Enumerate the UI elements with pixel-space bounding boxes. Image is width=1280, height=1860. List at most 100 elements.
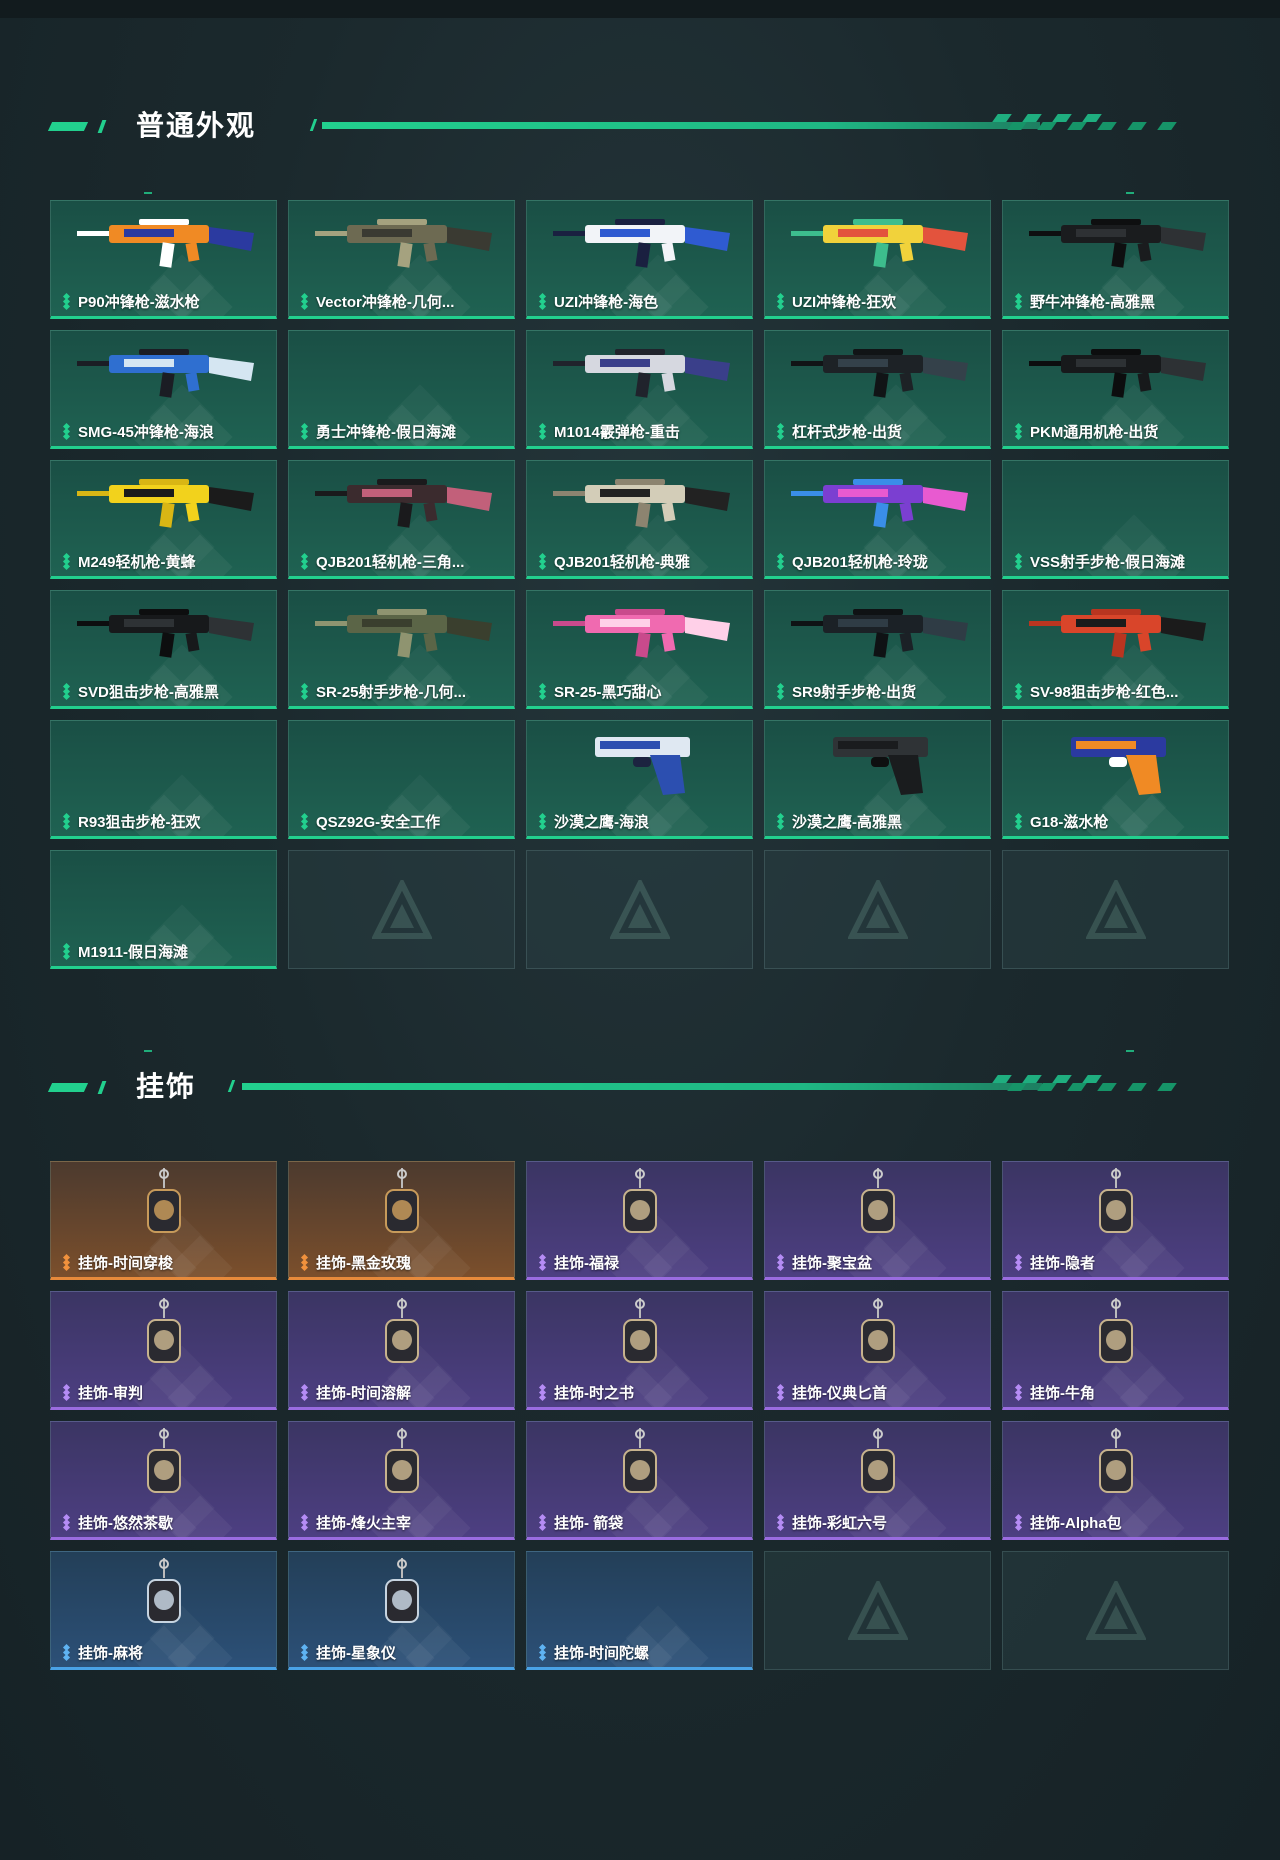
- header-checker: [992, 114, 1012, 122]
- placeholder-logo-icon: [1085, 1580, 1146, 1640]
- empty-slot: [764, 850, 991, 969]
- skin-card[interactable]: M1911-假日海滩: [50, 850, 277, 969]
- cupcake-charm-icon: [146, 1428, 181, 1493]
- skin-label: 杠杆式步枪-出货: [775, 421, 902, 442]
- item-name: 挂饰-黑金玫瑰: [316, 1255, 411, 1272]
- skin-card[interactable]: M1014霰弹枪-重击: [526, 330, 753, 449]
- skin-card[interactable]: 野牛冲锋枪-高雅黑: [1002, 200, 1229, 319]
- item-name: SR-25-黑巧甜心: [554, 684, 662, 701]
- uzi-smg-icon: [790, 219, 968, 268]
- skin-card[interactable]: SR-25射手步枪-几何...: [288, 590, 515, 709]
- skin-card[interactable]: PKM通用机枪-出货: [1002, 330, 1229, 449]
- skin-label: M1911-假日海滩: [61, 941, 188, 962]
- skin-card[interactable]: SR9射手步枪-出货: [764, 590, 991, 709]
- charm-card[interactable]: 挂饰-时之书: [526, 1291, 753, 1410]
- section-title: 普通外观: [136, 110, 257, 141]
- charm-card[interactable]: 挂饰-时间穿梭: [50, 1161, 277, 1280]
- uzi-smg-icon: [552, 219, 730, 268]
- skin-card[interactable]: QSZ92G-安全工作: [288, 720, 515, 839]
- charm-card[interactable]: 挂饰-彩虹六号: [764, 1421, 991, 1540]
- header-checker: [1022, 114, 1042, 122]
- sr9-rifle-icon: [790, 609, 968, 658]
- charm-card[interactable]: 挂饰-时间溶解: [288, 1291, 515, 1410]
- skin-card[interactable]: QJB201轻机枪-三角...: [288, 460, 515, 579]
- rarity-diamond-icon: [1013, 552, 1025, 570]
- desert-eagle-icon: [594, 737, 690, 795]
- item-name: 挂饰-麻将: [78, 1645, 143, 1662]
- item-name: 挂饰-审判: [78, 1385, 143, 1402]
- charm-card[interactable]: 挂饰-牛角: [1002, 1291, 1229, 1410]
- item-name: SR9射手步枪-出货: [792, 684, 917, 701]
- item-name: G18-滋水枪: [1030, 814, 1109, 831]
- skin-label: QJB201轻机枪-玲珑: [775, 551, 928, 572]
- item-name: R93狙击步枪-狂欢: [78, 814, 201, 831]
- hermit-card-charm-icon: [1098, 1168, 1133, 1233]
- skin-card[interactable]: Vector冲锋枪-几何...: [288, 200, 515, 319]
- charm-card[interactable]: 挂饰-星象仪: [288, 1551, 515, 1670]
- charm-card[interactable]: 挂饰-Alpha包: [1002, 1421, 1229, 1540]
- rarity-diamond-icon: [61, 682, 73, 700]
- charm-card[interactable]: 挂饰-审判: [50, 1291, 277, 1410]
- charm-label: 挂饰-时之书: [537, 1382, 634, 1403]
- rarity-diamond-icon: [1013, 682, 1025, 700]
- rarity-diamond-icon: [61, 552, 73, 570]
- rarity-diamond-icon: [61, 422, 73, 440]
- charm-label: 挂饰-牛角: [1013, 1382, 1095, 1403]
- skin-card[interactable]: 沙漠之鹰-高雅黑: [764, 720, 991, 839]
- skin-card[interactable]: UZI冲锋枪-海色: [526, 200, 753, 319]
- item-name: UZI冲锋枪-海色: [554, 294, 659, 311]
- charm-label: 挂饰-隐者: [1013, 1252, 1095, 1273]
- charm-label: 挂饰-时间溶解: [299, 1382, 411, 1403]
- charm-label: 挂饰-彩虹六号: [775, 1512, 887, 1533]
- placeholder-logo-icon: [847, 1580, 908, 1640]
- p90-smg-icon: [76, 219, 254, 268]
- skin-label: SR-25射手步枪-几何...: [299, 681, 466, 702]
- skin-label: UZI冲锋枪-狂欢: [775, 291, 896, 312]
- skin-card[interactable]: G18-滋水枪: [1002, 720, 1229, 839]
- rarity-diamond-icon: [61, 292, 73, 310]
- skin-card[interactable]: 沙漠之鹰-海浪: [526, 720, 753, 839]
- skin-card[interactable]: QJB201轻机枪-典雅: [526, 460, 753, 579]
- skin-card[interactable]: SVD狙击步枪-高雅黑: [50, 590, 277, 709]
- skin-card[interactable]: R93狙击步枪-狂欢: [50, 720, 277, 839]
- charm-card[interactable]: 挂饰-时间陀螺: [526, 1551, 753, 1670]
- skin-card[interactable]: SV-98狙击步枪-红色...: [1002, 590, 1229, 709]
- skin-card[interactable]: SR-25-黑巧甜心: [526, 590, 753, 709]
- empty-slot: [764, 1551, 991, 1670]
- rarity-diamond-icon: [299, 422, 311, 440]
- skin-card[interactable]: 勇士冲锋枪-假日海滩: [288, 330, 515, 449]
- charm-card[interactable]: 挂饰-聚宝盆: [764, 1161, 991, 1280]
- rarity-diamond-icon: [1013, 422, 1025, 440]
- charm-label: 挂饰-福禄: [537, 1252, 619, 1273]
- header-checker: [1157, 122, 1177, 130]
- charm-card[interactable]: 挂饰- 箭袋: [526, 1421, 753, 1540]
- skin-card[interactable]: QJB201轻机枪-玲珑: [764, 460, 991, 579]
- charm-card[interactable]: 挂饰-福禄: [526, 1161, 753, 1280]
- decor-dash: [144, 1050, 152, 1052]
- charm-card[interactable]: 挂饰-悠然茶歇: [50, 1421, 277, 1540]
- item-name: SVD狙击步枪-高雅黑: [78, 684, 219, 701]
- skin-card[interactable]: UZI冲锋枪-狂欢: [764, 200, 991, 319]
- qjb201-lmg-icon: [552, 479, 730, 528]
- charm-card[interactable]: 挂饰-烽火主宰: [288, 1421, 515, 1540]
- header-accent-tick: [97, 1081, 107, 1094]
- header-checker: [1022, 1075, 1042, 1083]
- skin-card[interactable]: M249轻机枪-黄蜂: [50, 460, 277, 579]
- horns-charm-icon: [1098, 1298, 1133, 1363]
- header-checker: [1097, 1083, 1117, 1091]
- charm-card[interactable]: 挂饰-麻将: [50, 1551, 277, 1670]
- skin-card[interactable]: SMG-45冲锋枪-海浪: [50, 330, 277, 449]
- skin-card[interactable]: VSS射手步枪-假日海滩: [1002, 460, 1229, 579]
- rainbow-six-charm-icon: [860, 1428, 895, 1493]
- rarity-diamond-icon: [537, 1513, 549, 1531]
- charm-card[interactable]: 挂饰-隐者: [1002, 1161, 1229, 1280]
- skin-card[interactable]: 杠杆式步枪-出货: [764, 330, 991, 449]
- charm-card[interactable]: 挂饰-仪典匕首: [764, 1291, 991, 1410]
- skin-card[interactable]: P90冲锋枪-滋水枪: [50, 200, 277, 319]
- rarity-diamond-icon: [61, 1253, 73, 1271]
- skin-label: 勇士冲锋枪-假日海滩: [299, 421, 456, 442]
- item-name: P90冲锋枪-滋水枪: [78, 294, 200, 311]
- charm-card[interactable]: 挂饰-黑金玫瑰: [288, 1161, 515, 1280]
- smg45-icon: [76, 349, 254, 398]
- rarity-diamond-icon: [299, 292, 311, 310]
